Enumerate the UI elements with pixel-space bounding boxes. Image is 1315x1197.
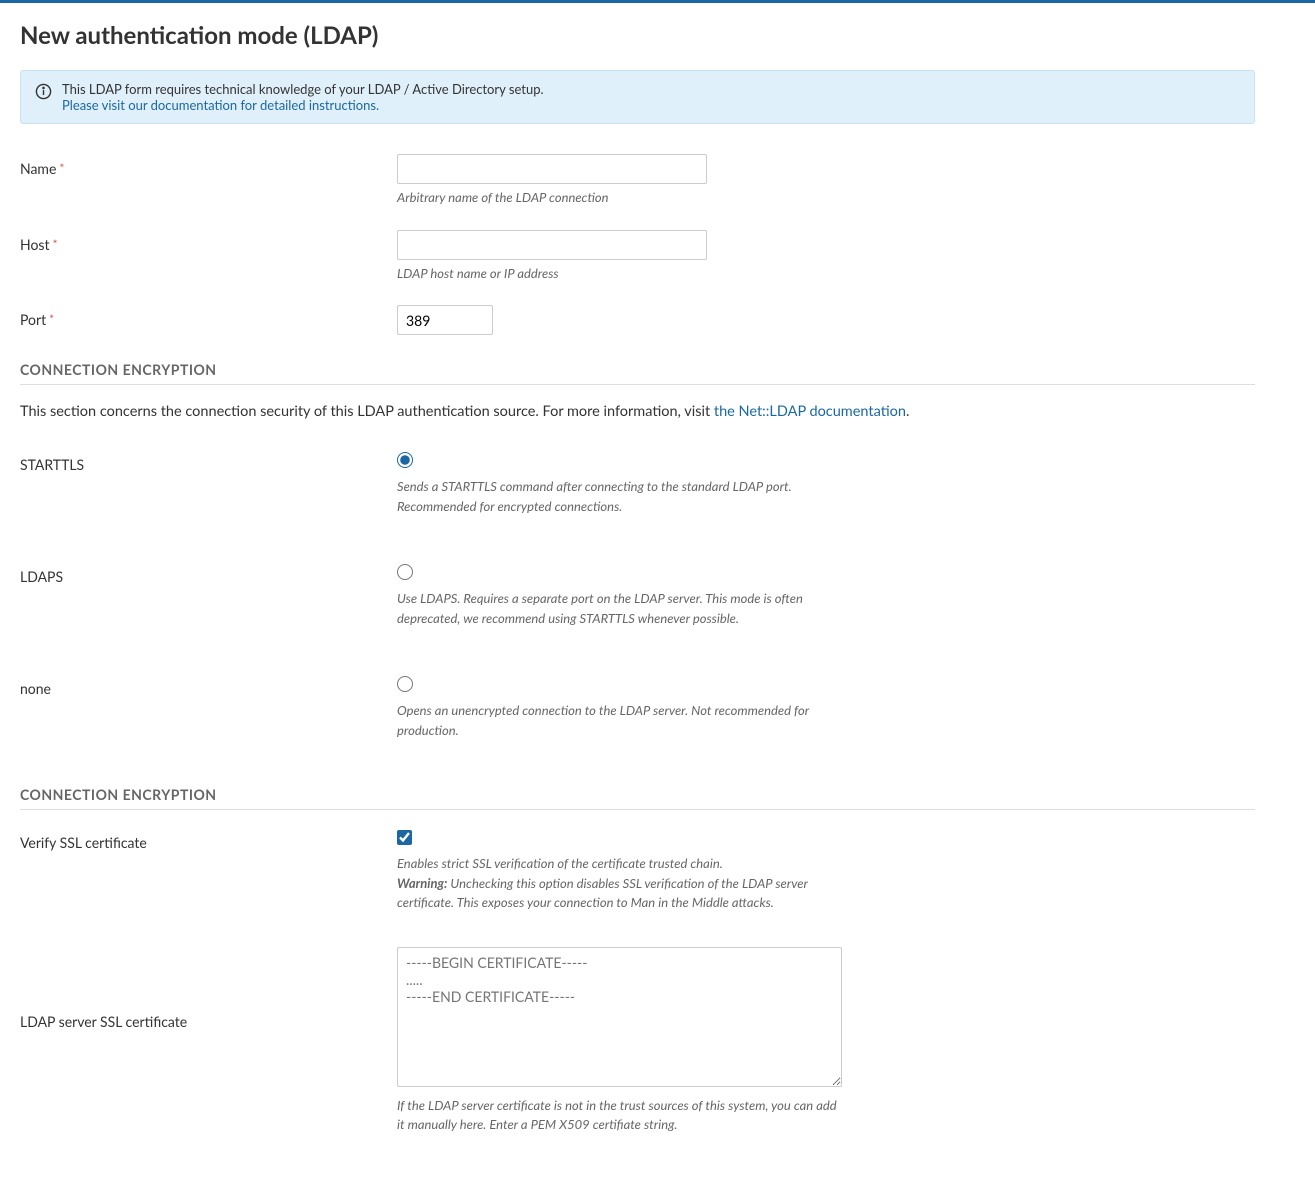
notice-doc-link[interactable]: Please visit our documentation for detai…: [62, 97, 379, 113]
encryption-section-heading-2: CONNECTION ENCRYPTION: [20, 786, 1255, 810]
name-help: Arbitrary name of the LDAP connection: [397, 188, 837, 208]
ldaps-label: LDAPS: [20, 562, 397, 585]
host-help: LDAP host name or IP address: [397, 264, 837, 284]
host-input[interactable]: [397, 230, 707, 260]
encryption-section-desc: This section concerns the connection sec…: [20, 403, 1255, 420]
verify-ssl-label: Verify SSL certificate: [20, 828, 397, 851]
ssl-cert-help: If the LDAP server certificate is not in…: [397, 1096, 837, 1135]
name-input[interactable]: [397, 154, 707, 184]
starttls-help: Sends a STARTTLS command after connectin…: [397, 477, 837, 516]
ssl-cert-textarea[interactable]: [397, 947, 842, 1087]
verify-ssl-checkbox[interactable]: [397, 830, 412, 845]
ssl-cert-label: LDAP server SSL certificate: [20, 947, 397, 1030]
none-label: none: [20, 674, 397, 697]
host-label: Host*: [20, 230, 397, 253]
encryption-section-heading: CONNECTION ENCRYPTION: [20, 361, 1255, 385]
info-notice: This LDAP form requires technical knowle…: [20, 70, 1255, 124]
info-icon: [35, 83, 52, 103]
page-title: New authentication mode (LDAP): [20, 21, 1255, 50]
netldap-doc-link[interactable]: the Net::LDAP documentation: [714, 403, 906, 420]
none-radio[interactable]: [397, 676, 413, 692]
notice-text: This LDAP form requires technical knowle…: [62, 81, 544, 97]
starttls-label: STARTTLS: [20, 450, 397, 473]
verify-ssl-help: Enables strict SSL verification of the c…: [397, 854, 837, 913]
none-help: Opens an unencrypted connection to the L…: [397, 701, 837, 740]
name-label: Name*: [20, 154, 397, 177]
port-input[interactable]: [397, 305, 493, 335]
starttls-radio[interactable]: [397, 452, 413, 468]
ldaps-help: Use LDAPS. Requires a separate port on t…: [397, 589, 837, 628]
port-label: Port*: [20, 305, 397, 328]
ldaps-radio[interactable]: [397, 564, 413, 580]
